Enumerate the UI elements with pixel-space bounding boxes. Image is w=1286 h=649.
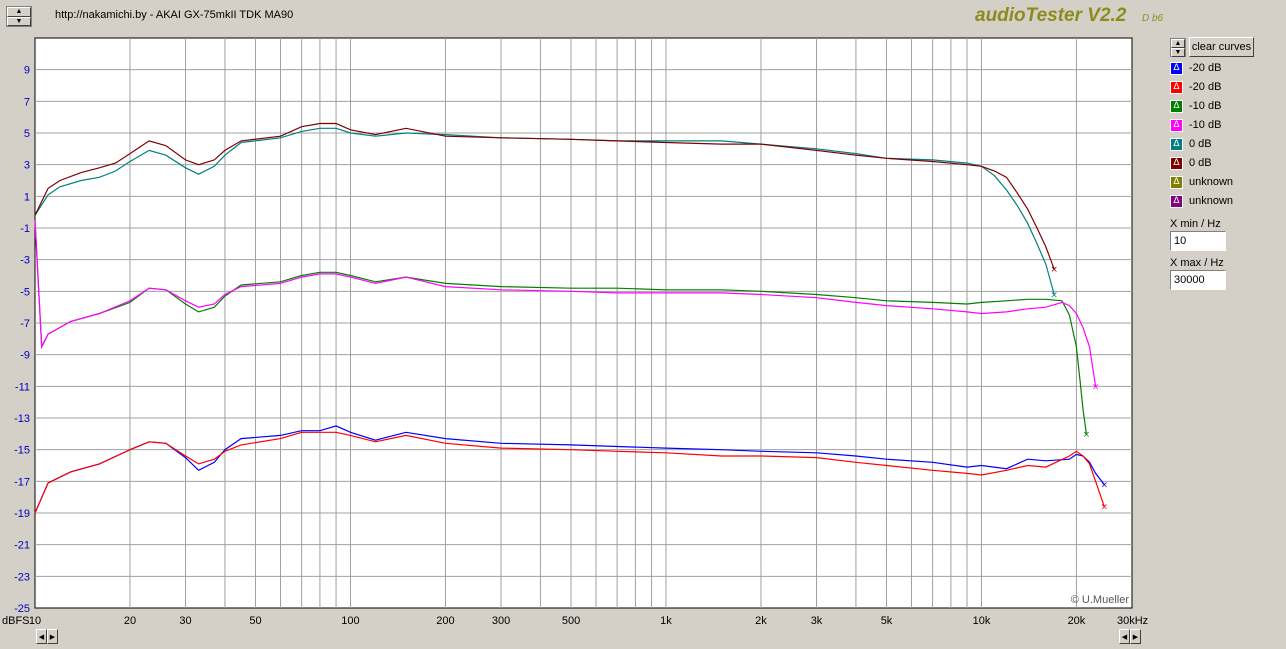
x-tick-label: 10 [29,615,41,627]
legend-item[interactable]: Δunknown [1170,193,1233,209]
y-tick-label: -7 [20,318,30,330]
y-tick-label: 7 [24,96,30,108]
x-tick-label: 50 [249,615,261,627]
legend-label: unknown [1189,176,1234,188]
y-unit-label: dBFS [2,615,30,627]
legend-item[interactable]: Δ -20 dB [1170,79,1221,95]
legend-label: unknown [1189,195,1234,207]
x-tick-label: 300 [492,615,510,627]
x-tick-label: 3k [811,615,823,627]
series-end-marker: × [1050,291,1058,301]
legend-spinner[interactable]: ▲ ▼ [1170,38,1186,57]
x-tick-label: 20k [1068,615,1086,627]
left-arrow-icon[interactable]: ◀ [1119,629,1130,644]
series-end-marker: × [1092,382,1100,392]
legend-swatch-icon[interactable]: Δ [1170,194,1183,208]
legend-label: -10 dB [1189,119,1222,131]
copyright-label: © U.Mueller [1071,594,1130,606]
y-tick-label: -23 [14,571,30,583]
x-tick-label: 1k [660,615,672,627]
legend-swatch-icon[interactable]: Δ [1170,99,1183,113]
x-tick-label: 30 [179,615,191,627]
series-end-marker: × [1050,265,1058,275]
y-tick-label: -1 [20,223,30,235]
legend-swatch-icon[interactable]: Δ [1170,118,1183,132]
left-arrow-icon[interactable]: ◀ [36,629,47,644]
legend-label: 0 dB [1189,157,1212,169]
x-tick-label: 5k [881,615,893,627]
legend-label: -10 dB [1189,100,1222,112]
y-tick-label: -9 [20,350,30,362]
right-arrow-icon[interactable]: ▶ [1130,629,1141,644]
legend-swatch-icon[interactable]: Δ [1170,156,1183,170]
legend-swatch-icon[interactable]: Δ [1170,175,1183,189]
legend-item[interactable]: Δ 0 dB [1170,136,1212,152]
legend-swatch-icon[interactable]: Δ [1170,80,1183,94]
legend-label: 0 dB [1189,138,1212,150]
y-tick-label: -13 [14,413,30,425]
y-tick-label: -25 [14,603,30,615]
xmax-label: X max / Hz [1170,257,1224,269]
series-end-marker: × [1100,503,1108,513]
legend-label: -20 dB [1189,62,1222,74]
clear-curves-button[interactable]: clear curves [1189,37,1254,57]
y-tick-label: 3 [24,160,30,172]
x-unit-label: 30kHz [1117,615,1148,627]
legend-down-arrow-icon[interactable]: ▼ [1171,48,1185,57]
y-tick-label: 9 [24,65,30,77]
y-tick-label: -3 [20,255,30,267]
x-scroll-left-group[interactable]: ◀ ▶ [36,629,58,644]
legend-item[interactable]: Δunknown [1170,174,1233,190]
x-tick-label: 20 [124,615,136,627]
xmax-input[interactable] [1170,270,1226,290]
frequency-response-chart: 97531-1-3-5-7-9-11-13-15-17-19-21-23-25 … [2,37,1148,627]
legend-swatch-icon[interactable]: Δ [1170,137,1183,151]
xmin-label: X min / Hz [1170,218,1221,230]
y-tick-label: -19 [14,508,30,520]
legend-up-arrow-icon[interactable]: ▲ [1171,39,1185,48]
y-tick-label: 5 [24,128,30,140]
y-tick-label: -17 [14,476,30,488]
y-tick-label: -21 [14,540,30,552]
x-tick-label: 100 [341,615,359,627]
series-end-marker: × [1083,430,1091,440]
legend-label: -20 dB [1189,81,1222,93]
y-tick-label: -5 [20,286,30,298]
legend-swatch-icon[interactable]: Δ [1170,61,1183,75]
x-scroll-right-group[interactable]: ◀ ▶ [1119,629,1141,644]
series-end-marker: × [1100,481,1108,491]
y-tick-label: -15 [14,445,30,457]
y-tick-label: -11 [15,381,30,393]
x-tick-label: 500 [562,615,580,627]
legend-item[interactable]: Δ -10 dB [1170,117,1221,133]
x-tick-label: 200 [436,615,454,627]
legend-item[interactable]: Δ 0 dB [1170,155,1212,171]
x-tick-label: 10k [973,615,991,627]
x-tick-label: 2k [755,615,767,627]
legend-item[interactable]: Δ -10 dB [1170,98,1221,114]
right-arrow-icon[interactable]: ▶ [47,629,58,644]
legend-item[interactable]: Δ -20 dB [1170,60,1221,76]
y-tick-label: 1 [24,191,30,203]
xmin-input[interactable] [1170,231,1226,251]
